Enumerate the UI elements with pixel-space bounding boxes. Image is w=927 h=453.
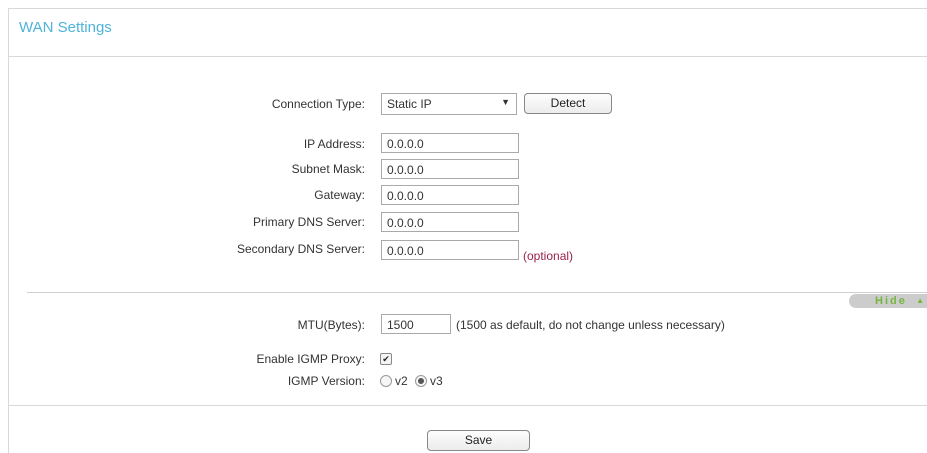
subnet-mask-field[interactable]: 0.0.0.0 [381,159,519,179]
secondary-dns-label: Secondary DNS Server: [236,242,365,256]
igmp-proxy-checkbox[interactable]: ✔ [380,353,392,365]
connection-type-select[interactable]: Static IP ▼ [381,93,517,115]
detect-button[interactable]: Detect [524,93,612,114]
ip-address-field[interactable]: 0.0.0.0 [381,133,519,153]
panel-title: WAN Settings [19,19,112,36]
optional-note: (optional) [523,249,574,263]
igmp-v2-radio[interactable] [380,375,392,387]
advanced-divider [27,292,927,293]
igmp-proxy-label: Enable IGMP Proxy: [256,352,366,366]
igmp-v3-label: v3 [430,374,443,388]
mtu-hint: (1500 as default, do not change unless n… [456,318,725,332]
hide-advanced-toggle[interactable]: Hide ▲ [849,294,927,308]
wan-settings-panel: WAN Settings Connection Type: Static IP … [8,8,927,453]
igmp-v3-radio[interactable] [415,375,427,387]
save-button[interactable]: Save [427,430,530,451]
connection-type-value: Static IP [387,97,432,111]
primary-dns-field[interactable]: 0.0.0.0 [381,212,519,232]
secondary-dns-field[interactable]: 0.0.0.0 [381,240,519,260]
gateway-field[interactable]: 0.0.0.0 [381,185,519,205]
mtu-label: MTU(Bytes): [297,318,365,332]
igmp-v2-label: v2 [395,374,408,388]
mtu-field[interactable]: 1500 [381,314,451,334]
hide-label: Hide [875,295,907,307]
chevron-up-icon: ▲ [916,296,924,305]
gateway-label: Gateway: [314,188,365,202]
connection-type-label: Connection Type: [271,97,365,111]
igmp-version-label: IGMP Version: [287,374,365,388]
footer-divider [9,405,927,406]
title-divider [9,56,927,57]
ip-address-label: IP Address: [303,137,365,151]
dropdown-arrow-icon: ▼ [501,97,510,107]
subnet-mask-label: Subnet Mask: [291,162,365,176]
primary-dns-label: Primary DNS Server: [252,215,365,229]
